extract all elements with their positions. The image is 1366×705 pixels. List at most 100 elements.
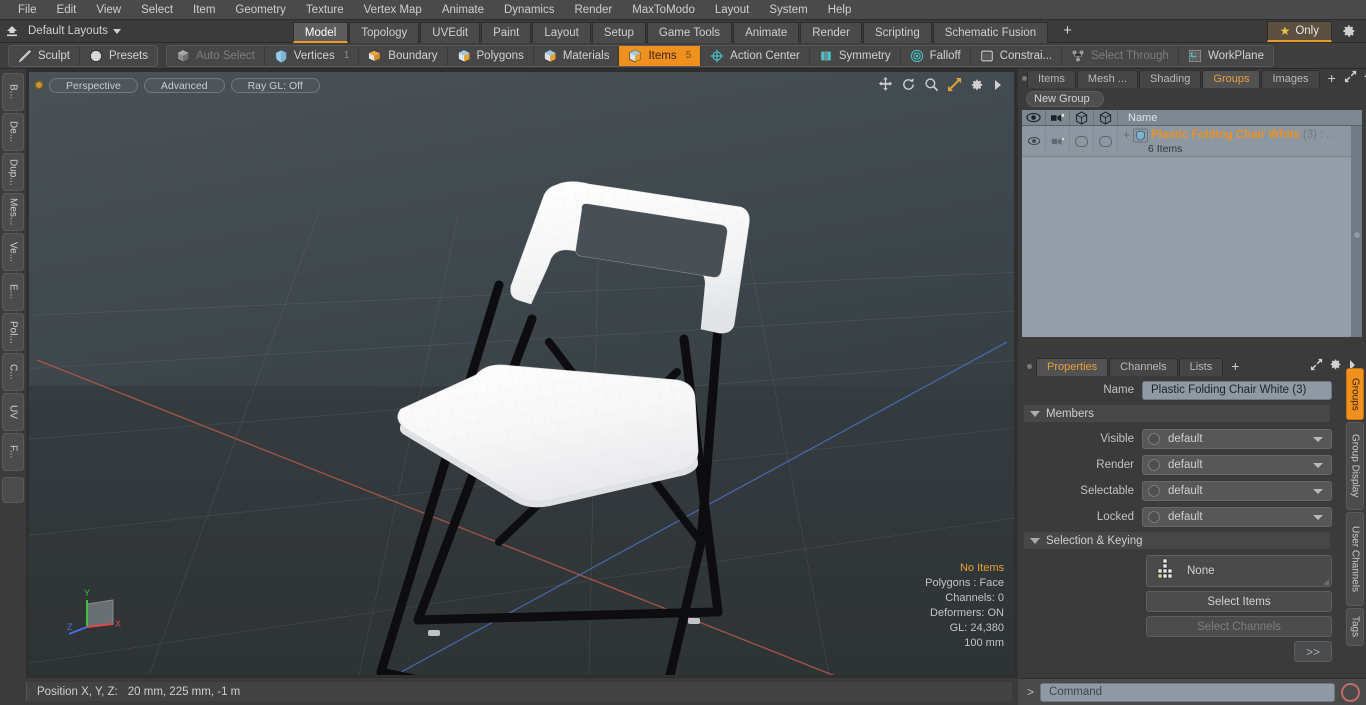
- tool-button-boundary[interactable]: Boundary: [359, 45, 448, 66]
- select-items-button[interactable]: Select Items: [1146, 591, 1332, 612]
- tool-button-items[interactable]: Items 5: [619, 45, 702, 66]
- layout-tab-topology[interactable]: Topology: [349, 21, 420, 43]
- layout-tab-animate[interactable]: Animate: [733, 21, 800, 43]
- layout-tab-game-tools[interactable]: Game Tools: [646, 21, 733, 43]
- table-row[interactable]: + Plastic Folding Chair White (3) : ... …: [1022, 126, 1362, 157]
- left-rail-extra-button[interactable]: [2, 477, 24, 503]
- layout-tab-scripting[interactable]: Scripting: [862, 21, 932, 43]
- tool-button-sculpt[interactable]: Sculpt: [9, 45, 80, 66]
- left-rail-tab-mes[interactable]: Mes...: [2, 193, 24, 231]
- zoom-icon[interactable]: [924, 77, 939, 95]
- right-rail-tab-tags[interactable]: Tags: [1346, 608, 1364, 646]
- right-rail-tab-group-display[interactable]: Group Display: [1346, 422, 1364, 510]
- tool-button-presets[interactable]: Presets: [80, 46, 157, 66]
- menu-item-maxtomodo[interactable]: MaxToModo: [622, 0, 705, 20]
- col-cube-solid-icon[interactable]: [1094, 110, 1118, 125]
- tool-button-materials[interactable]: Materials: [534, 45, 620, 66]
- record-icon[interactable]: [1341, 682, 1360, 702]
- move-icon[interactable]: [878, 77, 893, 95]
- right-rail-tab-groups[interactable]: Groups: [1346, 368, 1364, 420]
- menu-item-geometry[interactable]: Geometry: [225, 0, 296, 20]
- layout-tab-setup[interactable]: Setup: [591, 21, 646, 43]
- left-rail-tab-e[interactable]: E...: [2, 273, 24, 311]
- row-expander[interactable]: +: [1123, 129, 1130, 141]
- left-rail-tab-de[interactable]: De...: [2, 113, 24, 151]
- groups-tab-items[interactable]: Items: [1027, 70, 1076, 88]
- member-radio-render[interactable]: [1148, 459, 1160, 471]
- layout-tab-schematic-fusion[interactable]: Schematic Fusion: [932, 21, 1049, 43]
- left-rail-tab-dup[interactable]: Dup...: [2, 153, 24, 191]
- menu-item-system[interactable]: System: [759, 0, 817, 20]
- groups-tab-images[interactable]: Images: [1261, 70, 1320, 88]
- layout-add-tab-button[interactable]: +: [1049, 22, 1086, 43]
- left-rail-tab-c[interactable]: C...: [2, 353, 24, 391]
- col-render-icon[interactable]: [1046, 110, 1070, 125]
- tool-button-select-through[interactable]: Select Through: [1062, 45, 1179, 66]
- menu-item-layout[interactable]: Layout: [705, 0, 760, 20]
- expand-properties-icon[interactable]: [1310, 358, 1323, 374]
- row-visibility-toggle[interactable]: [1022, 126, 1046, 156]
- layout-settings-gear-icon[interactable]: [1332, 20, 1366, 43]
- arrow-right-icon[interactable]: [992, 78, 1004, 95]
- right-rail-tab-user-channels[interactable]: User Channels: [1346, 512, 1364, 606]
- left-rail-tab-ve[interactable]: Ve...: [2, 233, 24, 271]
- layout-tab-layout[interactable]: Layout: [532, 21, 591, 43]
- name-input[interactable]: Plastic Folding Chair White (3): [1142, 380, 1332, 400]
- member-dropdown-selectable[interactable]: default: [1142, 481, 1332, 501]
- menu-item-dynamics[interactable]: Dynamics: [494, 0, 564, 20]
- left-rail-tab-f[interactable]: F...: [2, 433, 24, 471]
- groups-tab-groups[interactable]: Groups: [1202, 70, 1261, 88]
- layout-tab-model[interactable]: Model: [292, 21, 349, 43]
- rotate-icon[interactable]: [901, 77, 916, 95]
- properties-add-tab-button[interactable]: +: [1224, 358, 1246, 376]
- member-dropdown-render[interactable]: default: [1142, 455, 1332, 475]
- home-arrow-icon[interactable]: [0, 20, 24, 42]
- layout-tab-paint[interactable]: Paint: [481, 21, 532, 43]
- viewport-mode-button[interactable]: Perspective: [49, 77, 138, 93]
- properties-tab-channels[interactable]: Channels: [1109, 358, 1178, 376]
- groups-tab-shading[interactable]: Shading: [1139, 70, 1202, 88]
- tool-button-workplane[interactable]: WorkPlane: [1179, 46, 1273, 66]
- tool-button-auto-select[interactable]: Auto Select: [167, 45, 265, 66]
- menu-item-texture[interactable]: Texture: [296, 0, 354, 20]
- member-radio-selectable[interactable]: [1148, 485, 1160, 497]
- menu-item-animate[interactable]: Animate: [432, 0, 494, 20]
- scrollbar-knob[interactable]: [1354, 231, 1360, 238]
- tool-button-vertices[interactable]: Vertices 1: [265, 45, 360, 66]
- 3d-viewport[interactable]: Perspective Advanced Ray GL: Off No Item…: [29, 72, 1014, 675]
- expand-more-button[interactable]: >>: [1294, 641, 1332, 662]
- menu-item-edit[interactable]: Edit: [47, 0, 87, 20]
- left-rail-tab-b[interactable]: B...: [2, 73, 24, 111]
- member-dropdown-visible[interactable]: default: [1142, 429, 1332, 449]
- menu-item-vertex-map[interactable]: Vertex Map: [354, 0, 432, 20]
- tool-button-symmetry[interactable]: Symmetry: [810, 45, 901, 66]
- member-dropdown-locked[interactable]: default: [1142, 507, 1332, 527]
- member-radio-visible[interactable]: [1148, 433, 1160, 445]
- layout-tab-render[interactable]: Render: [800, 21, 862, 43]
- properties-tab-lists[interactable]: Lists: [1178, 358, 1224, 376]
- menu-item-item[interactable]: Item: [183, 0, 225, 20]
- row-render-toggle[interactable]: [1046, 126, 1070, 156]
- layout-selector[interactable]: Default Layouts: [24, 25, 127, 37]
- selection-keying-section-header[interactable]: Selection & Keying: [1024, 532, 1330, 549]
- keying-preset-box[interactable]: None: [1146, 555, 1332, 587]
- properties-gear-icon[interactable]: [1329, 358, 1342, 374]
- viewport-shading-button[interactable]: Advanced: [143, 77, 225, 93]
- menu-item-help[interactable]: Help: [818, 0, 862, 20]
- new-group-button[interactable]: New Group: [1026, 91, 1104, 107]
- gear-icon[interactable]: [970, 78, 984, 95]
- groups-tab-mesh[interactable]: Mesh ...: [1076, 70, 1139, 88]
- properties-tab-properties[interactable]: Properties: [1036, 358, 1109, 376]
- tool-button-constrai[interactable]: Constrai...: [971, 45, 1063, 66]
- menu-item-select[interactable]: Select: [131, 0, 183, 20]
- viewport-menu-dot-icon[interactable]: [35, 81, 43, 89]
- viewport-raygl-button[interactable]: Ray GL: Off: [230, 77, 320, 93]
- left-rail-tab-uv[interactable]: UV: [2, 393, 24, 431]
- layout-tab-uvedit[interactable]: UVEdit: [420, 21, 481, 43]
- menu-item-view[interactable]: View: [86, 0, 131, 20]
- left-rail-tab-pol[interactable]: Pol...: [2, 313, 24, 351]
- properties-menu-dot-icon[interactable]: [1022, 357, 1036, 376]
- member-radio-locked[interactable]: [1148, 511, 1160, 523]
- expand-panel-icon[interactable]: [1344, 70, 1357, 86]
- menu-item-render[interactable]: Render: [564, 0, 622, 20]
